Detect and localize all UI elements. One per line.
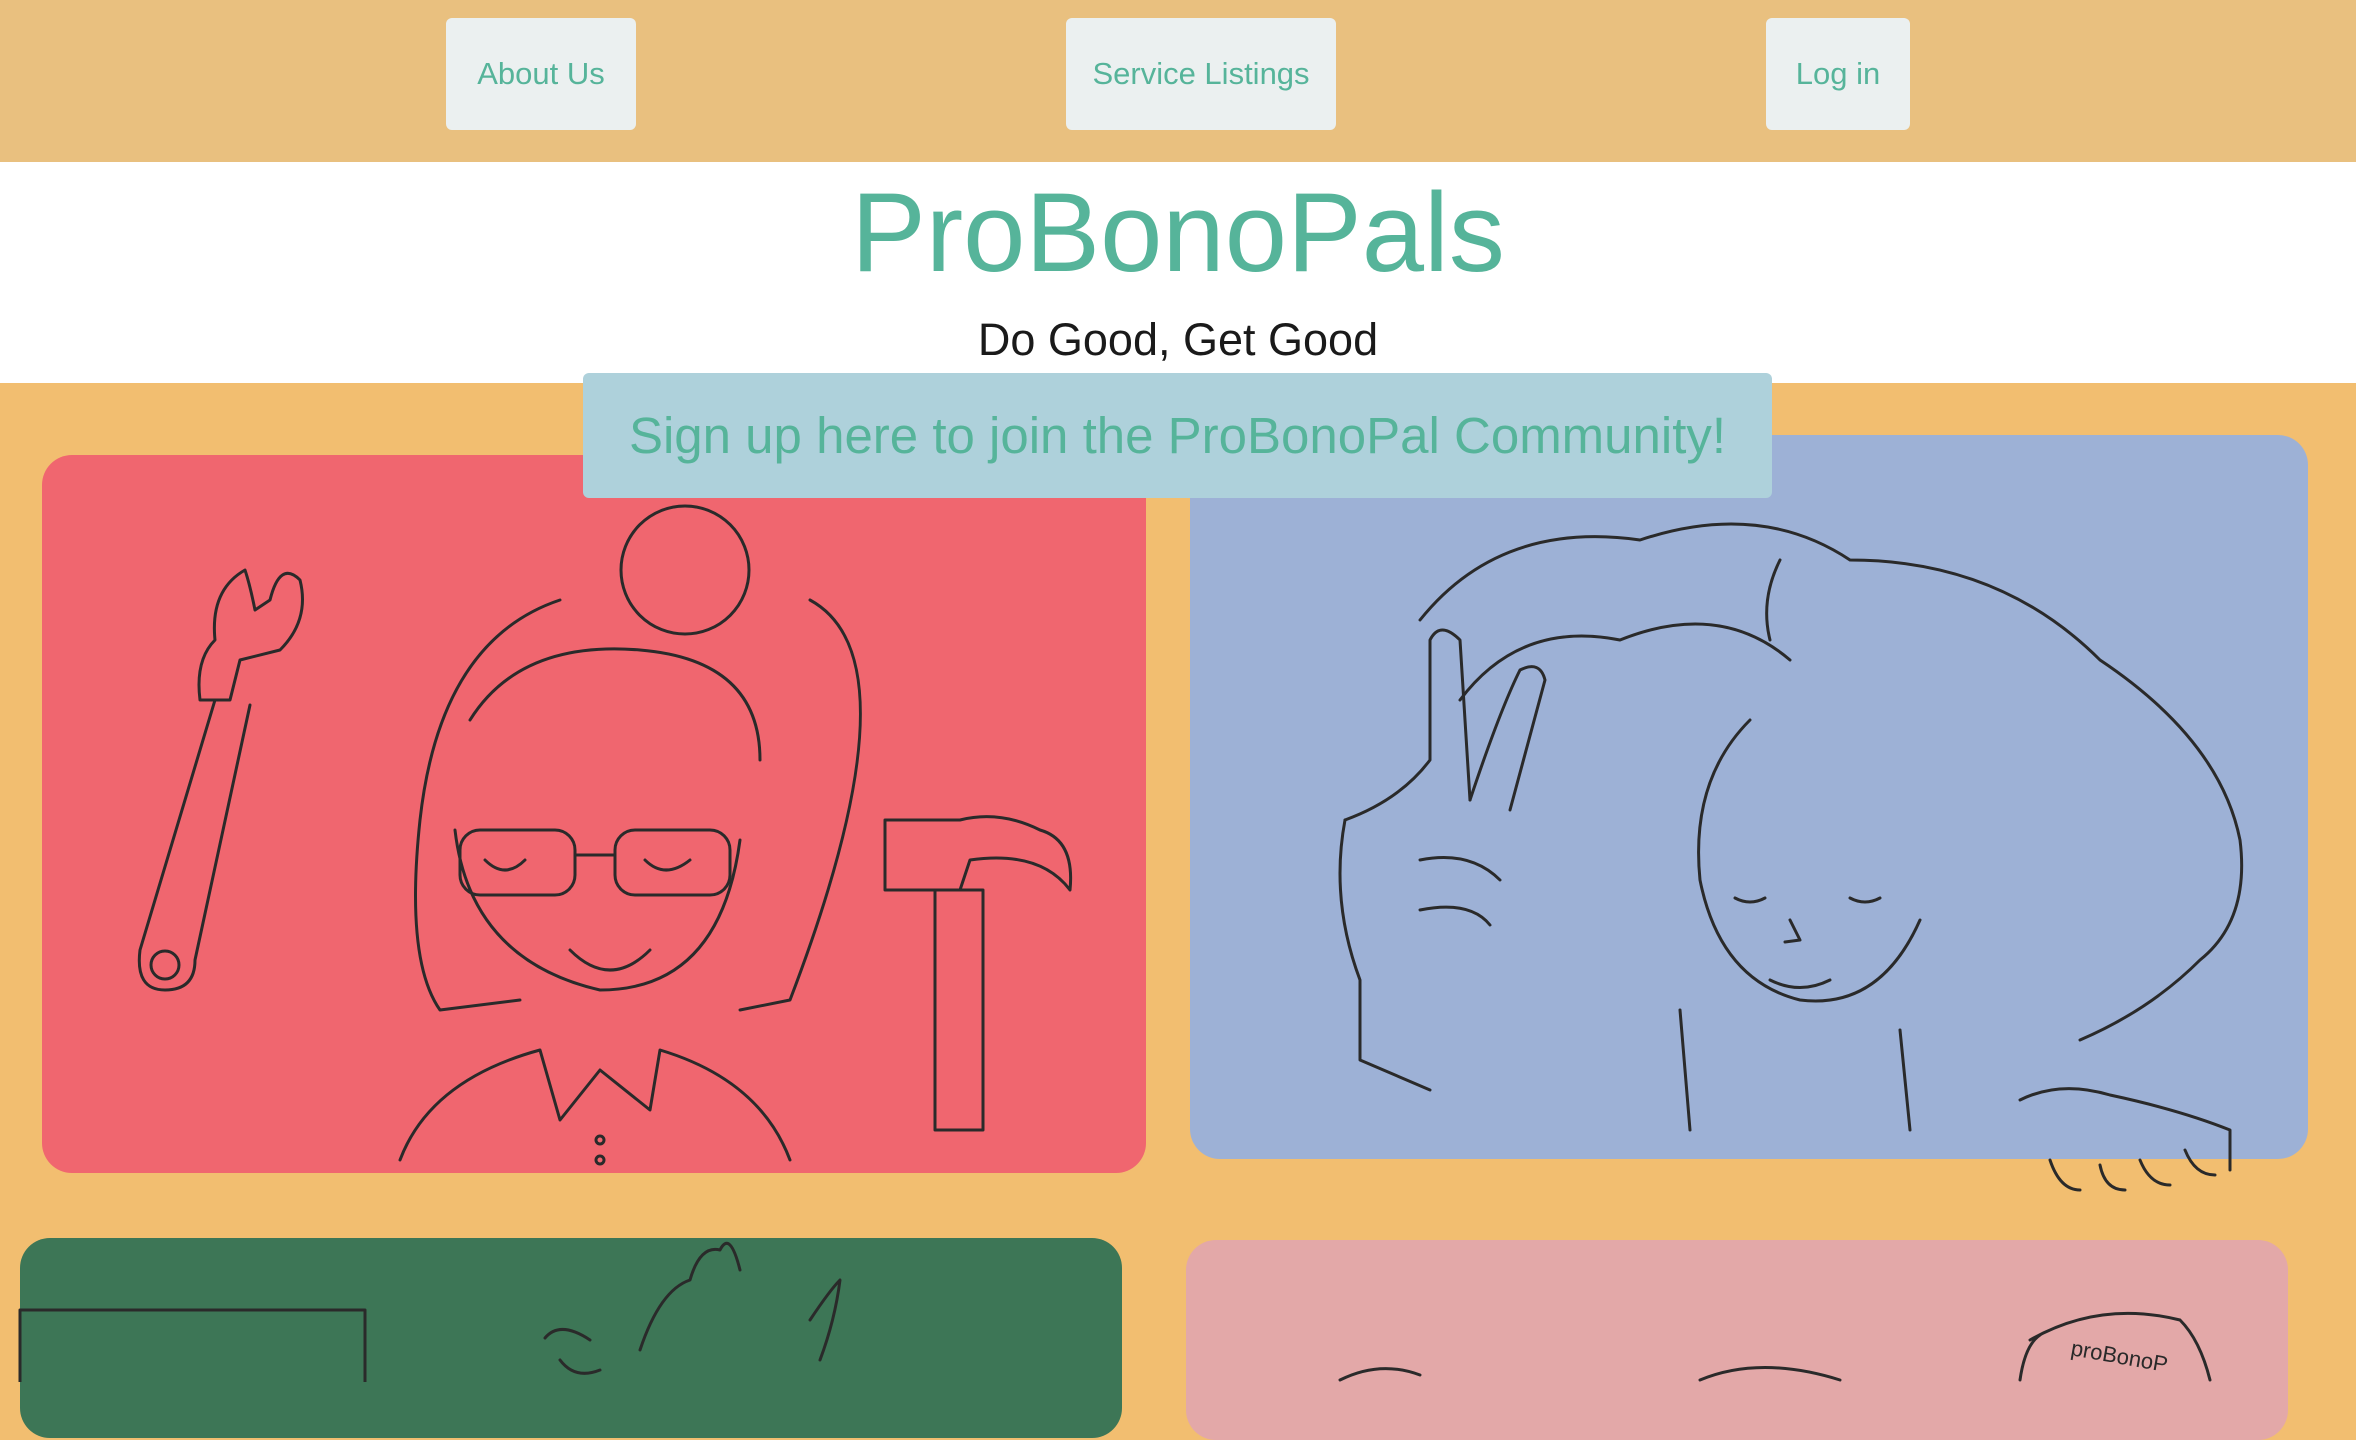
illustration-panel-cat bbox=[20, 1238, 1122, 1438]
about-us-button[interactable]: About Us bbox=[446, 18, 636, 130]
service-listings-button[interactable]: Service Listings bbox=[1066, 18, 1336, 130]
tagline: Do Good, Get Good bbox=[977, 314, 1379, 365]
illustration-panel-peace-sign bbox=[1190, 435, 2308, 1159]
illustration-panel-mug bbox=[1186, 1240, 2288, 1440]
log-in-button[interactable]: Log in bbox=[1766, 18, 1910, 130]
illustration-panel-handywoman bbox=[42, 455, 1146, 1173]
sign-up-button[interactable]: Sign up here to join the ProBonoPal Comm… bbox=[583, 373, 1772, 498]
site-title: ProBonoPals bbox=[851, 170, 1505, 295]
